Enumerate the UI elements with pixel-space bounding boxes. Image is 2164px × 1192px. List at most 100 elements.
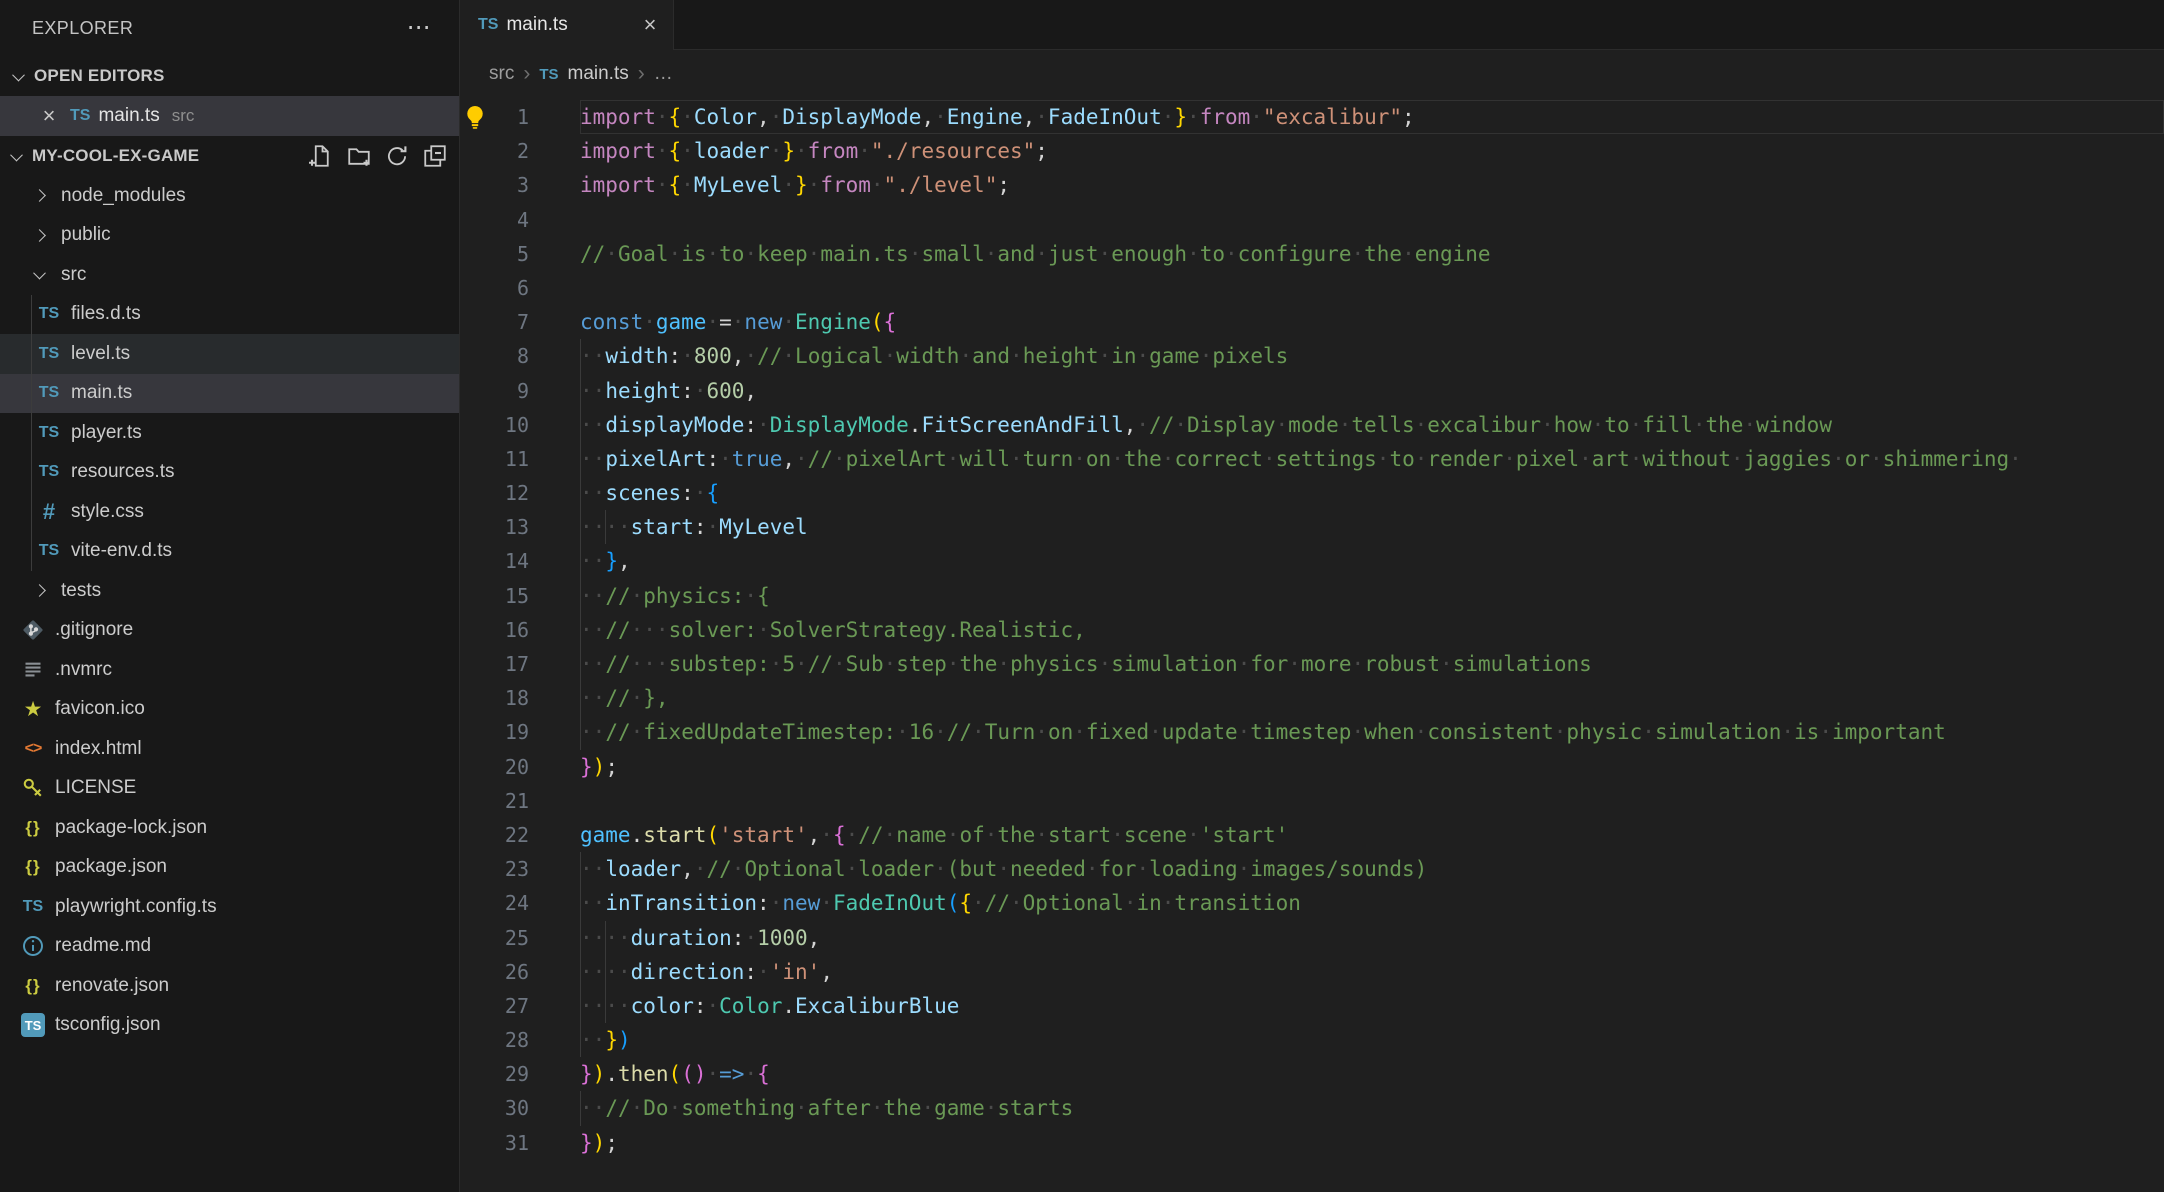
code-line-8[interactable]: 8 ··width:·800,·//·Logical·width·and·heig… <box>460 339 2164 374</box>
tree-item-player-ts[interactable]: TS player.ts <box>0 413 459 453</box>
tree-item-license[interactable]: LICENSE <box>0 769 459 809</box>
tab-main-ts[interactable]: TS main.ts × <box>460 0 674 50</box>
code-line-3[interactable]: 3 import·{·MyLevel·}·from·"./level"; <box>460 168 2164 202</box>
refresh-icon[interactable] <box>385 144 409 168</box>
tree-item-renovate-json[interactable]: {} renovate.json <box>0 966 459 1006</box>
code-line-25[interactable]: 25 ····duration:·1000, <box>460 920 2164 955</box>
line-number[interactable]: 2 <box>460 134 529 168</box>
line-number[interactable]: 27 <box>460 989 529 1023</box>
code-line-22[interactable]: 22 game.start('start',·{·//·name·of·the·s… <box>460 818 2164 852</box>
tree-item-favicon-ico[interactable]: ★ favicon.ico <box>0 690 459 730</box>
code-line-9[interactable]: 9 ··height:·600, <box>460 373 2164 408</box>
line-number[interactable]: 6 <box>460 271 529 305</box>
code-line-18[interactable]: 18 ··//·}, <box>460 681 2164 716</box>
line-number[interactable]: 19 <box>460 715 529 749</box>
line-number[interactable]: 24 <box>460 886 529 920</box>
tree-item--nvmrc[interactable]: .nvmrc <box>0 650 459 690</box>
tree-item-level-ts[interactable]: TS level.ts <box>0 334 459 374</box>
code-line-12[interactable]: 12 ··scenes:·{ <box>460 476 2164 511</box>
code-line-15[interactable]: 15 ··//·physics:·{ <box>460 578 2164 613</box>
line-number[interactable]: 11 <box>460 442 529 476</box>
code-line-21[interactable]: 21 <box>460 784 2164 818</box>
line-number[interactable]: 14 <box>460 544 529 578</box>
tree-item-readme-md[interactable]: readme.md <box>0 927 459 967</box>
tree-item-main-ts[interactable]: TS main.ts <box>0 373 459 413</box>
line-number[interactable]: 25 <box>460 921 529 955</box>
tree-item-vite-env-d-ts[interactable]: TS vite-env.d.ts <box>0 532 459 572</box>
line-number[interactable]: 10 <box>460 408 529 442</box>
close-icon[interactable]: × <box>38 103 60 129</box>
code-line-4[interactable]: 4 <box>460 203 2164 237</box>
code-line-13[interactable]: 13 ····start:·MyLevel <box>460 510 2164 545</box>
tree-item-index-html[interactable]: <> index.html <box>0 729 459 769</box>
code-line-31[interactable]: 31}); <box>460 1126 2164 1160</box>
code-line-1[interactable]: 1 import·{·Color,·DisplayMode,·Engine,·Fa… <box>460 100 2164 135</box>
code-line-5[interactable]: 5 //·Goal·is·to·keep·main.ts·small·and·ju… <box>460 237 2164 271</box>
line-number[interactable]: 29 <box>460 1057 529 1091</box>
line-number[interactable]: 22 <box>460 818 529 852</box>
line-number[interactable]: 23 <box>460 852 529 886</box>
code-line-6[interactable]: 6 <box>460 271 2164 305</box>
line-number[interactable]: 16 <box>460 613 529 647</box>
tree-item-style-css[interactable]: # style.css <box>0 492 459 532</box>
line-number[interactable]: 26 <box>460 955 529 989</box>
code-line-20[interactable]: 20}); <box>460 750 2164 784</box>
line-number[interactable]: 7 <box>460 305 529 339</box>
code-line-23[interactable]: 23 ··loader,·//·Optional·loader·(but·need… <box>460 852 2164 887</box>
code-line-7[interactable]: 7 const·game·=·new·Engine({ <box>460 305 2164 339</box>
tree-item-tests[interactable]: tests <box>0 571 459 611</box>
code-line-19[interactable]: 19 ··//·fixedUpdateTimestep:·16·//·Turn·o… <box>460 715 2164 750</box>
new-file-icon[interactable] <box>309 144 333 168</box>
line-number[interactable]: 31 <box>460 1126 529 1160</box>
more-actions-icon[interactable]: ⋯ <box>407 16 431 40</box>
close-icon[interactable]: × <box>639 12 661 38</box>
new-folder-icon[interactable] <box>347 144 371 168</box>
line-number[interactable]: 20 <box>460 750 529 784</box>
workspace-section-header[interactable]: MY-COOL-EX-GAME <box>0 136 459 176</box>
tree-item-node-modules[interactable]: node_modules <box>0 176 459 216</box>
code-line-27[interactable]: 27 ····color:·Color.ExcaliburBlue <box>460 988 2164 1024</box>
code-line-26[interactable]: 26 ····direction:·'in', <box>460 954 2164 989</box>
open-editor-item-main-ts[interactable]: × TS main.ts src <box>0 96 459 136</box>
tree-item-tsconfig-json[interactable]: TS tsconfig.json <box>0 1006 459 1046</box>
breadcrumb-item-file[interactable]: main.ts <box>568 63 629 85</box>
code-line-17[interactable]: 17 ··//···substep:·5·//·Sub·step·the·phys… <box>460 647 2164 682</box>
tree-item--gitignore[interactable]: .gitignore <box>0 611 459 651</box>
line-number[interactable]: 13 <box>460 510 529 544</box>
line-number[interactable]: 4 <box>460 203 529 237</box>
tree-item-resources-ts[interactable]: TS resources.ts <box>0 453 459 493</box>
open-editors-section-header[interactable]: OPEN EDITORS <box>0 56 459 96</box>
line-number[interactable]: 3 <box>460 168 529 202</box>
line-number[interactable]: 9 <box>460 374 529 408</box>
line-number[interactable]: 5 <box>460 237 529 271</box>
lightbulb-icon[interactable] <box>462 104 488 130</box>
code-line-16[interactable]: 16 ··//···solver:·SolverStrategy.Realisti… <box>460 612 2164 647</box>
line-number[interactable]: 30 <box>460 1091 529 1125</box>
code-line-10[interactable]: 10 ··displayMode:·DisplayMode.FitScreenAn… <box>460 407 2164 442</box>
code-line-30[interactable]: 30 ··//·Do·something·after·the·game·start… <box>460 1091 2164 1126</box>
breadcrumb-item-src[interactable]: src <box>489 63 514 85</box>
line-number[interactable]: 18 <box>460 681 529 715</box>
line-number[interactable]: 15 <box>460 579 529 613</box>
collapse-all-icon[interactable] <box>423 144 447 168</box>
tree-item-src[interactable]: src <box>0 255 459 295</box>
tree-item-package-lock-json[interactable]: {} package-lock.json <box>0 808 459 848</box>
line-number[interactable]: 17 <box>460 647 529 681</box>
tree-item-package-json[interactable]: {} package.json <box>0 848 459 888</box>
code-line-11[interactable]: 11 ··pixelArt:·true,·//·pixelArt·will·tur… <box>460 441 2164 477</box>
breadcrumb-item-symbol[interactable]: … <box>654 63 673 85</box>
line-number[interactable]: 21 <box>460 784 529 818</box>
editor-code[interactable]: 1 import·{·Color,·DisplayMode,·Engine,·Fa… <box>460 98 2164 1192</box>
line-number[interactable]: 8 <box>460 339 529 373</box>
tree-item-public[interactable]: public <box>0 216 459 256</box>
tree-item-files-d-ts[interactable]: TS files.d.ts <box>0 295 459 335</box>
line-number[interactable]: 28 <box>460 1023 529 1057</box>
code-line-2[interactable]: 2 import·{·loader·}·from·"./resources"; <box>460 134 2164 168</box>
chevron-down-icon <box>10 68 26 81</box>
line-number[interactable]: 12 <box>460 476 529 510</box>
code-line-14[interactable]: 14 ··}, <box>460 544 2164 579</box>
code-line-29[interactable]: 29}).then(()·=>·{ <box>460 1057 2164 1091</box>
tree-item-playwright-config-ts[interactable]: TS playwright.config.ts <box>0 887 459 927</box>
code-line-28[interactable]: 28 ··}) <box>460 1023 2164 1058</box>
code-line-24[interactable]: 24 ··inTransition:·new·FadeInOut({·//·Opt… <box>460 886 2164 921</box>
